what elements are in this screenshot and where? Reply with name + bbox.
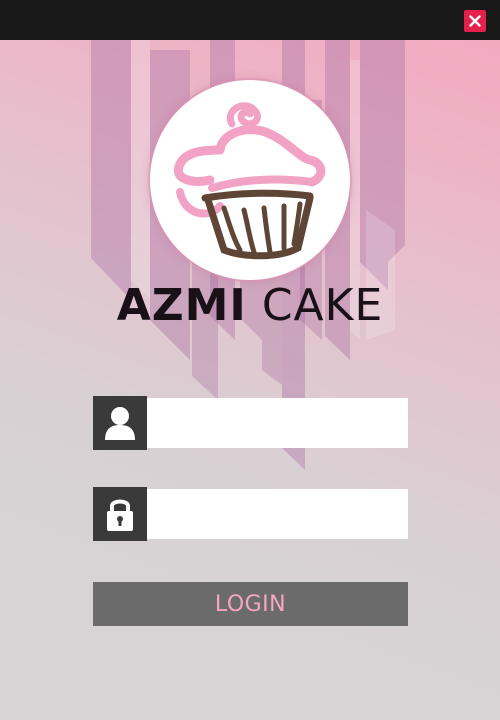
- username-icon-box: [93, 396, 147, 450]
- password-icon-box: [93, 487, 147, 541]
- login-button[interactable]: LOGIN: [93, 582, 408, 626]
- username-input[interactable]: [147, 398, 408, 448]
- user-icon: [105, 407, 135, 440]
- close-icon: [469, 15, 481, 27]
- lock-icon: [107, 499, 133, 531]
- password-input[interactable]: [147, 489, 408, 539]
- title-bar: [0, 0, 500, 40]
- username-row: [93, 396, 408, 450]
- cupcake-icon: [173, 102, 326, 260]
- brand-name: AZMI CAKE: [0, 280, 500, 331]
- logo-badge: [150, 80, 350, 280]
- brand-name-bold: AZMI: [116, 280, 247, 331]
- password-row: [93, 487, 408, 541]
- brand-name-light: CAKE: [261, 280, 384, 331]
- close-button[interactable]: [464, 10, 486, 32]
